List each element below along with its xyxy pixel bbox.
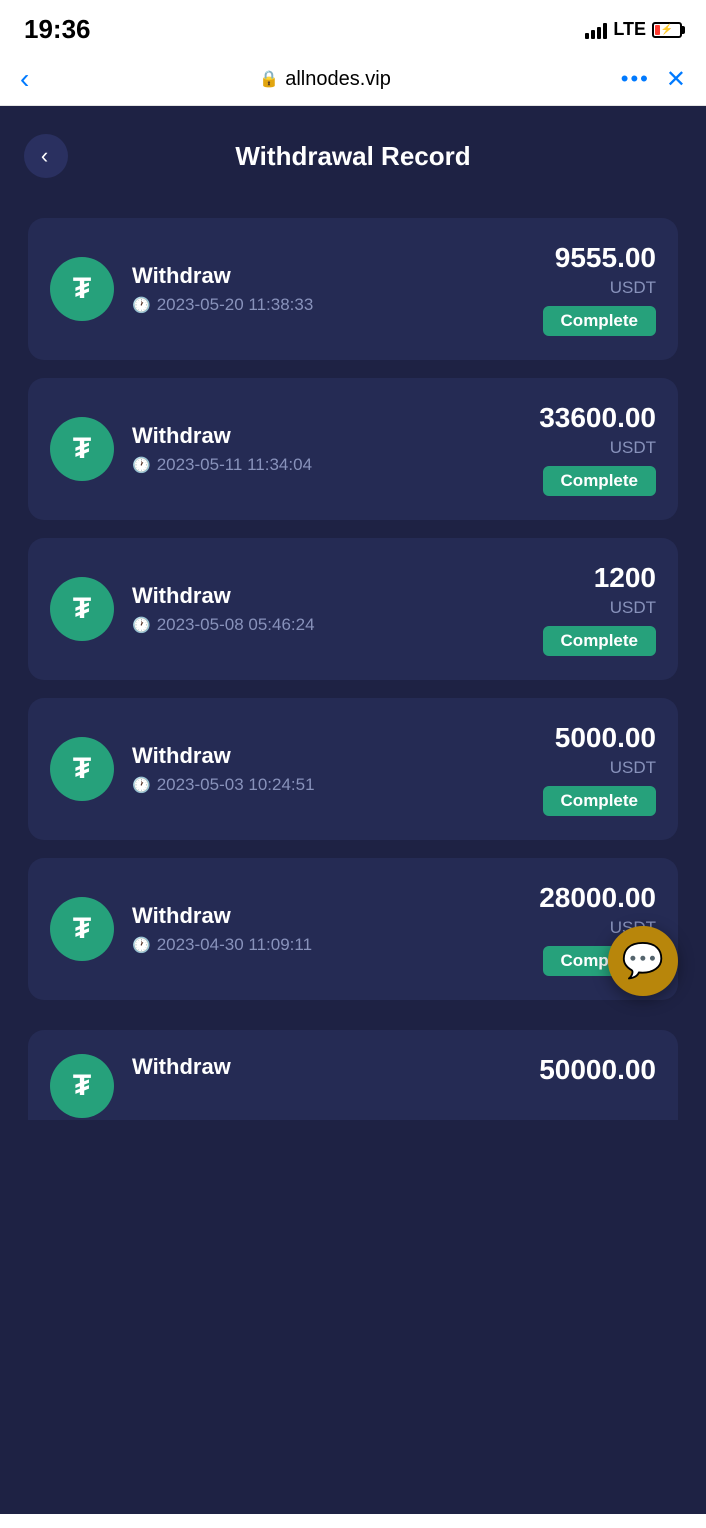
browser-back-button[interactable]: ‹ <box>20 63 29 95</box>
status-icons: LTE ⚡ <box>585 19 682 40</box>
tx-label-5: Withdraw <box>132 903 521 929</box>
tx-currency-1: USDT <box>610 278 656 298</box>
transaction-card-4: Withdraw 🕐 2023-05-03 10:24:51 5000.00 U… <box>28 698 678 840</box>
tx-amount-partial: 50000.00 <box>539 1054 656 1086</box>
tx-status-4: Complete <box>543 786 656 816</box>
tx-amount-3: 1200 <box>594 562 656 594</box>
tx-currency-3: USDT <box>610 598 656 618</box>
transaction-list: Withdraw 🕐 2023-05-20 11:38:33 9555.00 U… <box>0 218 706 1000</box>
tx-amount-1: 9555.00 <box>555 242 656 274</box>
clock-icon-3: 🕐 <box>132 616 151 634</box>
tether-symbol-1 <box>73 272 91 306</box>
tether-symbol-4 <box>73 752 91 786</box>
clock-icon-2: 🕐 <box>132 456 151 474</box>
chat-fab-button[interactable]: 💬 <box>608 926 678 996</box>
tether-icon-2 <box>50 417 114 481</box>
browser-url: allnodes.vip <box>285 68 391 91</box>
tx-info-1: Withdraw 🕐 2023-05-20 11:38:33 <box>132 263 525 315</box>
tx-date-2: 🕐 2023-05-11 11:34:04 <box>132 455 521 475</box>
tx-status-1: Complete <box>543 306 656 336</box>
tx-label-1: Withdraw <box>132 263 525 289</box>
tx-status-3: Complete <box>543 626 656 656</box>
browser-actions: ••• ✕ <box>621 65 686 94</box>
page-header: ‹ Withdrawal Record <box>0 106 706 218</box>
tx-date-4: 🕐 2023-05-03 10:24:51 <box>132 775 525 795</box>
tx-amount-2: 33600.00 <box>539 402 656 434</box>
tx-info-2: Withdraw 🕐 2023-05-11 11:34:04 <box>132 423 521 475</box>
tether-icon-3 <box>50 577 114 641</box>
browser-close-button[interactable]: ✕ <box>666 65 686 94</box>
status-bar: 19:36 LTE ⚡ <box>0 0 706 53</box>
tether-icon-1 <box>50 257 114 321</box>
back-arrow-icon: ‹ <box>41 143 48 169</box>
page-title: Withdrawal Record <box>68 141 638 172</box>
clock-icon-5: 🕐 <box>132 936 151 954</box>
tx-currency-2: USDT <box>610 438 656 458</box>
tx-amount-col-3: 1200 USDT Complete <box>543 562 656 656</box>
tx-amount-col-2: 33600.00 USDT Complete <box>539 402 656 496</box>
tx-info-4: Withdraw 🕐 2023-05-03 10:24:51 <box>132 743 525 795</box>
tether-symbol-5 <box>73 912 91 946</box>
browser-bar: ‹ 🔒 allnodes.vip ••• ✕ <box>0 53 706 106</box>
tx-amount-col-partial: 50000.00 <box>539 1054 656 1086</box>
tx-currency-4: USDT <box>610 758 656 778</box>
tx-info-3: Withdraw 🕐 2023-05-08 05:46:24 <box>132 583 525 635</box>
browser-menu-button[interactable]: ••• <box>621 66 650 92</box>
tx-status-2: Complete <box>543 466 656 496</box>
transaction-card-3: Withdraw 🕐 2023-05-08 05:46:24 1200 USDT… <box>28 538 678 680</box>
chat-fab-icon: 💬 <box>622 941 664 981</box>
transaction-card-5: Withdraw 🕐 2023-04-30 11:09:11 28000.00 … <box>28 858 678 1000</box>
transaction-card-1: Withdraw 🕐 2023-05-20 11:38:33 9555.00 U… <box>28 218 678 360</box>
tx-amount-col-4: 5000.00 USDT Complete <box>543 722 656 816</box>
tx-label-2: Withdraw <box>132 423 521 449</box>
tx-amount-5: 28000.00 <box>539 882 656 914</box>
tether-symbol-partial <box>73 1069 91 1103</box>
clock-icon-4: 🕐 <box>132 776 151 794</box>
tether-icon-5 <box>50 897 114 961</box>
lte-label: LTE <box>613 19 646 40</box>
app-content: ‹ Withdrawal Record Withdraw 🕐 2023-05-2… <box>0 106 706 1514</box>
signal-icon <box>585 21 607 39</box>
tx-info-5: Withdraw 🕐 2023-04-30 11:09:11 <box>132 903 521 955</box>
tether-icon-4 <box>50 737 114 801</box>
page-back-button[interactable]: ‹ <box>24 134 68 178</box>
lock-icon: 🔒 <box>259 69 279 89</box>
tx-amount-4: 5000.00 <box>555 722 656 754</box>
tx-label-3: Withdraw <box>132 583 525 609</box>
tx-date-3: 🕐 2023-05-08 05:46:24 <box>132 615 525 635</box>
tether-icon-partial <box>50 1054 114 1118</box>
transaction-card-2: Withdraw 🕐 2023-05-11 11:34:04 33600.00 … <box>28 378 678 520</box>
transaction-card-partial: Withdraw 50000.00 <box>28 1030 678 1120</box>
status-time: 19:36 <box>24 14 91 45</box>
tx-date-1: 🕐 2023-05-20 11:38:33 <box>132 295 525 315</box>
battery-icon: ⚡ <box>652 22 682 38</box>
tether-symbol-3 <box>73 592 91 626</box>
tx-label-partial: Withdraw <box>132 1054 521 1080</box>
tx-label-4: Withdraw <box>132 743 525 769</box>
browser-url-container: 🔒 allnodes.vip <box>45 68 604 91</box>
tx-info-partial: Withdraw <box>132 1054 521 1086</box>
tether-symbol-2 <box>73 432 91 466</box>
clock-icon-1: 🕐 <box>132 296 151 314</box>
tx-amount-col-1: 9555.00 USDT Complete <box>543 242 656 336</box>
tx-date-5: 🕐 2023-04-30 11:09:11 <box>132 935 521 955</box>
